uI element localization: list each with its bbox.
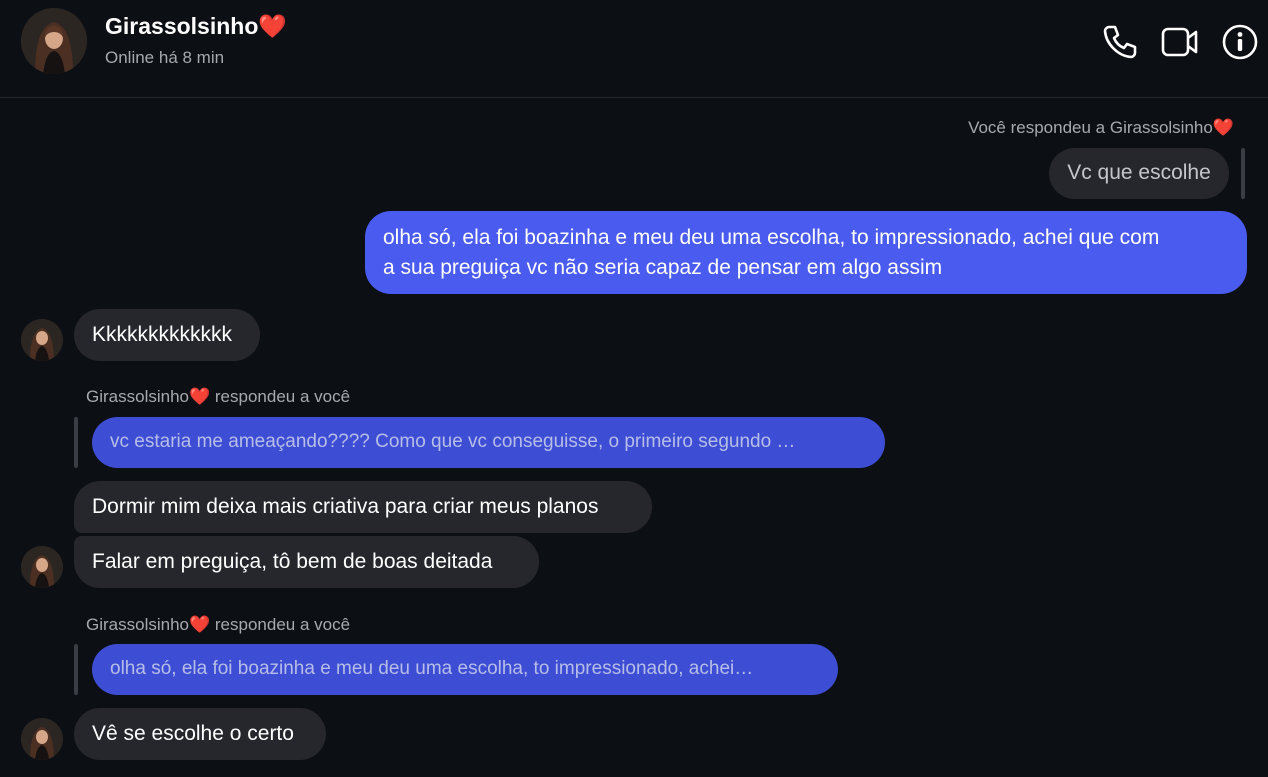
contact-avatar[interactable] <box>21 8 87 74</box>
reply-note-suffix: respondeu a você <box>210 387 351 406</box>
online-status: Online há 8 min <box>105 48 225 67</box>
their-message-bubble[interactable]: Kkkkkkkkkkkkk <box>74 309 260 361</box>
contact-avatar-small[interactable] <box>21 718 63 760</box>
reply-note-name: Girassolsinho <box>86 387 189 406</box>
quoted-message-bubble[interactable]: vc estaria me ameaçando???? Como que vc … <box>92 417 885 468</box>
reply-note: Girassolsinho❤️ respondeu a você <box>86 387 350 407</box>
heart-emoji-icon: ❤️ <box>258 14 288 40</box>
contact-name-text: Girassolsinho <box>105 13 259 39</box>
quote-bar <box>74 644 78 695</box>
reply-note-text: Você respondeu a Girassolsinho <box>968 118 1213 137</box>
chat-header: Girassolsinho❤️ Online há 8 min <box>0 0 1268 98</box>
heart-emoji-icon: ❤️ <box>1212 118 1234 138</box>
video-call-icon[interactable] <box>1160 22 1200 62</box>
phone-icon[interactable] <box>1100 22 1140 62</box>
their-message-bubble[interactable]: Vê se escolhe o certo <box>74 708 326 760</box>
reply-note-name: Girassolsinho <box>86 615 189 634</box>
contact-name[interactable]: Girassolsinho❤️ <box>105 13 287 40</box>
reply-note-suffix: respondeu a você <box>210 615 351 634</box>
quoted-message-bubble[interactable]: Vc que escolhe <box>1049 148 1229 199</box>
info-icon[interactable] <box>1220 22 1260 62</box>
reply-note: Você respondeu a Girassolsinho❤️ <box>968 118 1234 138</box>
quoted-message-bubble[interactable]: olha só, ela foi boazinha e meu deu uma … <box>92 644 838 695</box>
quote-bar <box>1241 148 1245 199</box>
contact-avatar-small[interactable] <box>21 546 63 588</box>
reply-note: Girassolsinho❤️ respondeu a você <box>86 615 350 635</box>
heart-emoji-icon: ❤️ <box>189 615 211 635</box>
their-message-bubble[interactable]: Dormir mim deixa mais criativa para cria… <box>74 481 652 533</box>
message-text-line: olha só, ela foi boazinha e meu deu uma … <box>383 226 1160 249</box>
my-message-bubble[interactable]: olha só, ela foi boazinha e meu deu uma … <box>365 211 1247 294</box>
their-message-bubble[interactable]: Falar em preguiça, tô bem de boas deitad… <box>74 536 539 588</box>
message-text-line: a sua preguiça vc não seria capaz de pen… <box>383 256 943 279</box>
quote-bar <box>74 417 78 468</box>
contact-avatar-small[interactable] <box>21 319 63 361</box>
heart-emoji-icon: ❤️ <box>189 387 211 407</box>
